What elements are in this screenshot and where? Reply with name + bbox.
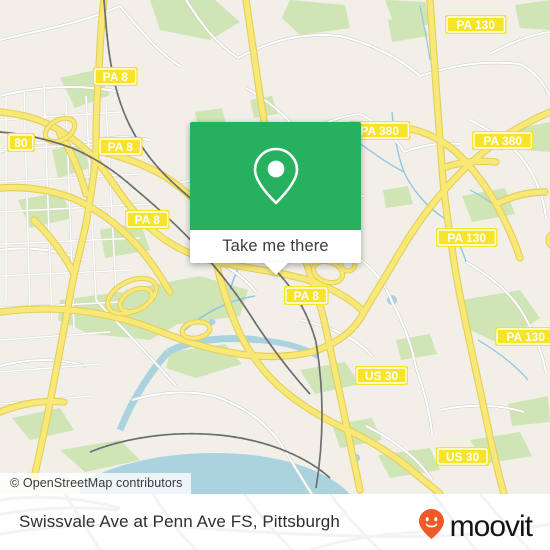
road-shield: 80 — [7, 133, 35, 152]
footer-bar: Swissvale Ave at Penn Ave FS, Pittsburgh… — [0, 494, 550, 550]
road-shield: PA 8 — [125, 210, 170, 229]
road-shield-label: PA 8 — [103, 70, 129, 84]
road-shield-label: PA 8 — [108, 140, 134, 154]
moovit-wordmark: moovit — [449, 509, 533, 543]
road-shield: PA 130 — [436, 228, 498, 247]
road-shield: PA 8 — [93, 67, 138, 86]
road-shield: PA 130 — [495, 327, 550, 346]
road-shield-label: PA 130 — [456, 18, 495, 32]
map-pin-icon — [253, 147, 298, 205]
road-shield: US 30 — [355, 366, 408, 385]
road-shield-label: 80 — [14, 136, 28, 150]
popup-pointer-tail — [262, 262, 289, 275]
road-shield: PA 8 — [98, 137, 143, 156]
moovit-logo[interactable]: moovit — [417, 508, 533, 545]
station-caption: Swissvale Ave at Penn Ave FS, Pittsburgh — [19, 512, 340, 531]
take-me-there-label: Take me there — [222, 237, 329, 255]
popup-action-bar[interactable]: Take me there — [190, 230, 361, 275]
road-shield-label: PA 130 — [447, 231, 486, 245]
moovit-smiley-pin-icon — [417, 508, 446, 545]
road-shield-label: PA 380 — [360, 124, 399, 138]
road-shield-label: US 30 — [446, 450, 480, 464]
road-shield: PA 8 — [284, 286, 329, 305]
popup-header — [190, 122, 361, 230]
road-shield: PA 130 — [445, 15, 507, 34]
road-shield-label: PA 130 — [506, 330, 545, 344]
map-screenshot: PA 130 PA 8 PA 380 PA 380 80 PA 8 PA 8 PA 130 PA… — [0, 0, 550, 550]
road-shield: PA 380 — [472, 131, 534, 150]
take-me-there-popup[interactable]: Take me there — [190, 122, 361, 275]
osm-attribution[interactable]: © OpenStreetMap contributors — [0, 473, 191, 494]
road-shield-label: PA 380 — [483, 134, 522, 148]
road-shield-label: PA 8 — [294, 289, 320, 303]
road-shield: US 30 — [436, 447, 489, 466]
road-shield-label: US 30 — [365, 369, 399, 383]
road-shield-label: PA 8 — [135, 213, 161, 227]
